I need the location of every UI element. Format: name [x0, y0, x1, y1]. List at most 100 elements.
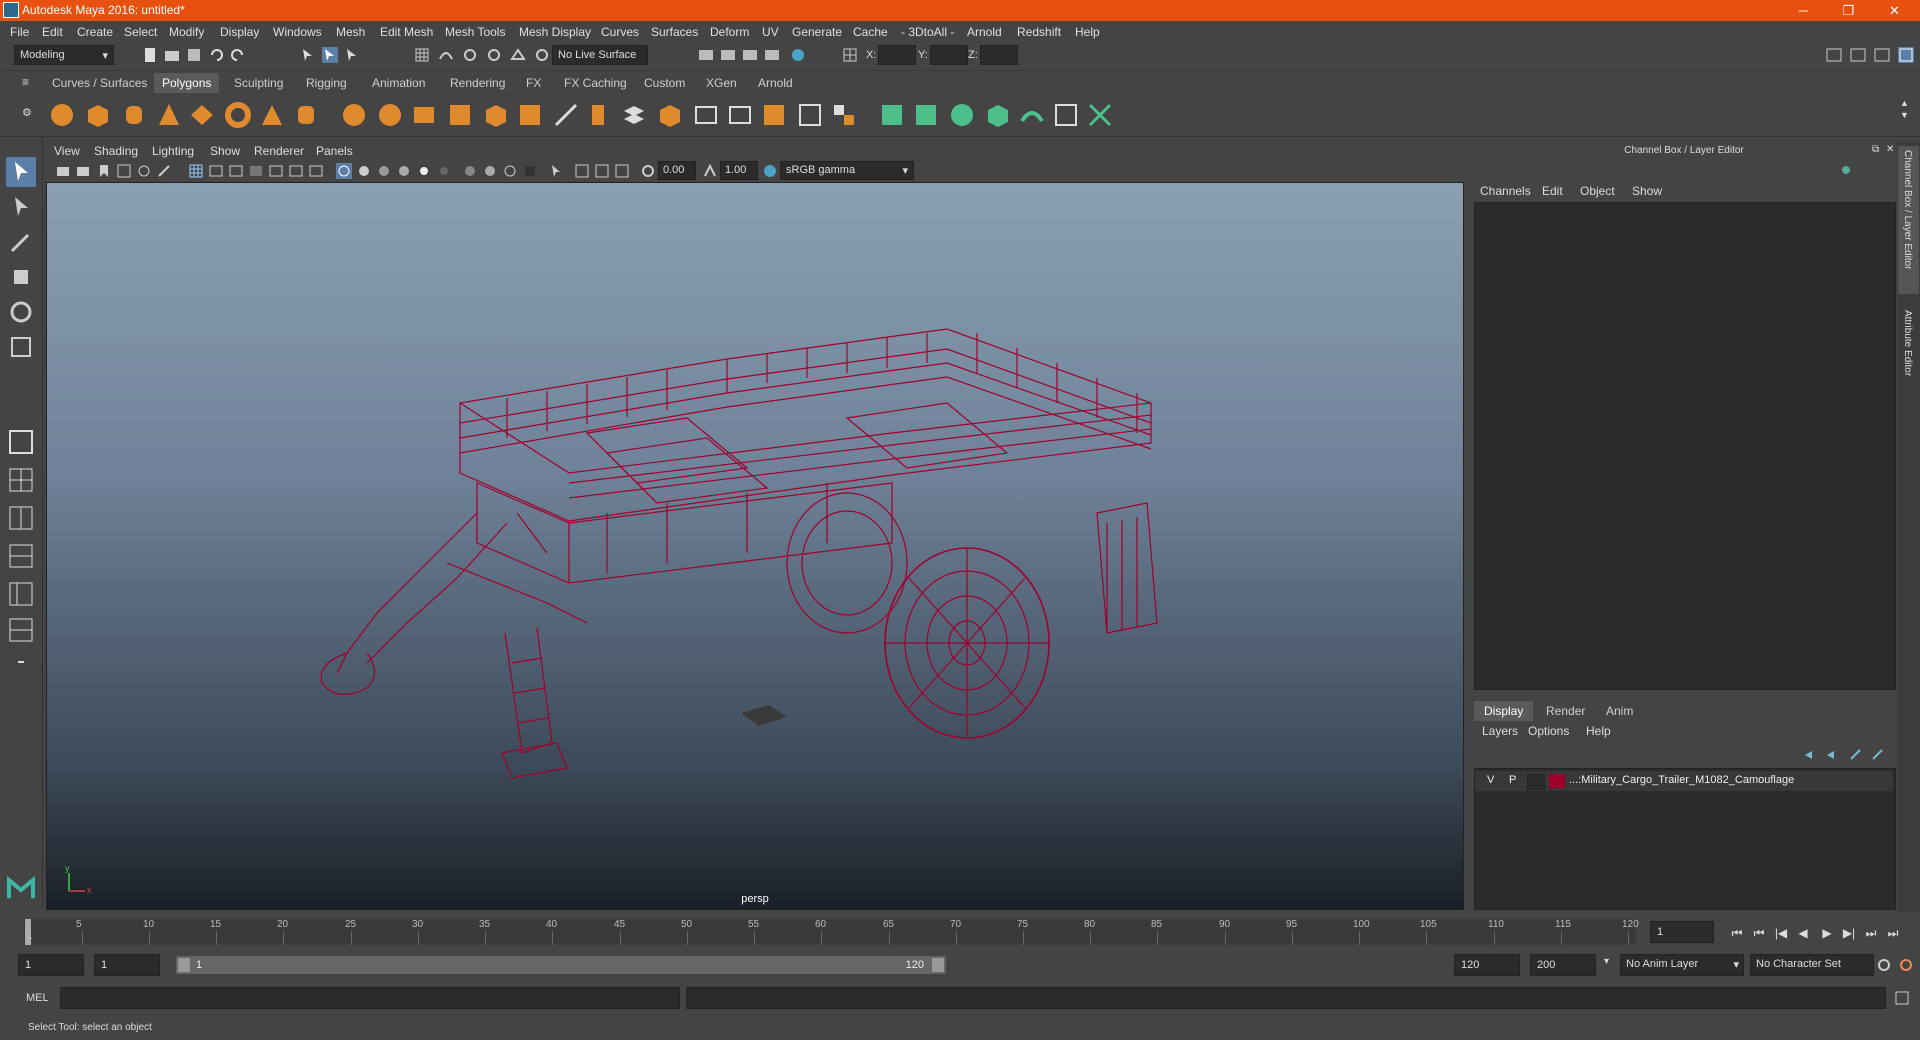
- menu-uv[interactable]: UV: [762, 25, 779, 39]
- scene-start-field[interactable]: 1: [18, 954, 84, 976]
- maximize-button[interactable]: ❐: [1826, 0, 1871, 21]
- mirror-icon[interactable]: [830, 101, 858, 129]
- go-to-start-icon[interactable]: ⏮: [1728, 923, 1746, 943]
- move-layer-down-icon[interactable]: [1824, 747, 1840, 763]
- cb-menu-show[interactable]: Show: [1632, 184, 1662, 198]
- tab-curves-surfaces[interactable]: Curves / Surfaces: [44, 73, 155, 93]
- x-field[interactable]: [878, 45, 916, 65]
- tab-rendering[interactable]: Rendering: [442, 73, 513, 93]
- exposure-field[interactable]: 0.00: [658, 161, 696, 180]
- render-ipr-icon[interactable]: [720, 47, 736, 63]
- grease-pencil-icon[interactable]: [156, 163, 172, 179]
- menu-redshift[interactable]: Redshift: [1017, 25, 1061, 39]
- layer-menu-layers[interactable]: Layers: [1482, 724, 1518, 738]
- uv-layout-icon[interactable]: [1086, 101, 1114, 129]
- poly-pyramid-icon[interactable]: [258, 101, 286, 129]
- save-scene-icon[interactable]: [186, 47, 202, 63]
- shelf-settings-icon[interactable]: ⚙: [22, 106, 32, 119]
- menu-cache[interactable]: Cache: [853, 25, 888, 39]
- isolate-select-icon[interactable]: [548, 163, 564, 179]
- new-layer-selected-icon[interactable]: [1870, 747, 1886, 763]
- play-forward-icon[interactable]: ▶: [1818, 923, 1836, 943]
- layout-persp-graph-icon[interactable]: [6, 615, 36, 645]
- gamma-icon[interactable]: [702, 163, 718, 179]
- render-settings-icon[interactable]: [742, 47, 758, 63]
- attribute-editor-tab-label[interactable]: Attribute Editor: [1902, 310, 1913, 376]
- anim-layer-dropdown[interactable]: No Anim Layer ▾: [1620, 954, 1744, 976]
- sidebar-toggle-icon[interactable]: [1826, 47, 1842, 63]
- tab-anim[interactable]: Anim: [1596, 701, 1643, 721]
- step-back-key-icon[interactable]: ⏮: [1750, 923, 1768, 943]
- wireframe-on-shaded-icon[interactable]: [376, 163, 392, 179]
- layout-graph-icon[interactable]: [6, 541, 36, 571]
- lasso-tool-icon[interactable]: [6, 192, 36, 222]
- menu-modify[interactable]: Modify: [169, 25, 204, 39]
- tab-custom[interactable]: Custom: [636, 73, 693, 93]
- menu-surfaces[interactable]: Surfaces: [651, 25, 698, 39]
- menu-file[interactable]: File: [10, 25, 29, 39]
- uv-unfold-icon[interactable]: [1018, 101, 1046, 129]
- safe-title-icon[interactable]: [308, 163, 324, 179]
- menu-curves[interactable]: Curves: [601, 25, 639, 39]
- camera-attributes-icon[interactable]: [76, 163, 92, 179]
- channel-box-options-icon[interactable]: [1838, 162, 1854, 178]
- grid-toggle-icon[interactable]: [188, 163, 204, 179]
- shadows-icon[interactable]: [436, 163, 452, 179]
- snap-curve-icon[interactable]: [438, 47, 454, 63]
- xray-icon[interactable]: [574, 163, 590, 179]
- fill-hole-icon[interactable]: [760, 101, 788, 129]
- bookmark-icon[interactable]: [96, 163, 112, 179]
- open-scene-icon[interactable]: [164, 47, 180, 63]
- tab-render[interactable]: Render: [1536, 701, 1595, 721]
- z-field[interactable]: [980, 45, 1018, 65]
- cmd-language-label[interactable]: MEL: [26, 992, 49, 1004]
- offset-edge-loop-icon[interactable]: [726, 101, 754, 129]
- layout-outliner-icon[interactable]: [6, 579, 36, 609]
- snap-point-icon[interactable]: [462, 47, 478, 63]
- poly-sphere-icon[interactable]: [48, 101, 76, 129]
- range-slider-bar[interactable]: 1 120: [176, 956, 946, 974]
- field-chart-icon[interactable]: [268, 163, 284, 179]
- layer-visibility-toggle[interactable]: V: [1487, 774, 1494, 786]
- snap-surface-icon[interactable]: [510, 47, 526, 63]
- bridge-icon[interactable]: [620, 101, 648, 129]
- smooth-icon[interactable]: [446, 101, 474, 129]
- minimize-button[interactable]: ─: [1781, 0, 1826, 21]
- uv-cylindrical-icon[interactable]: [912, 101, 940, 129]
- undo-icon[interactable]: [208, 47, 224, 63]
- extract-icon[interactable]: [410, 101, 438, 129]
- channel-box-toggle-icon[interactable]: [1850, 47, 1866, 63]
- separate-icon[interactable]: [376, 101, 404, 129]
- shelf-scroll-down-icon[interactable]: ▼: [1900, 110, 1909, 120]
- new-scene-icon[interactable]: [142, 47, 158, 63]
- float-panel-icon[interactable]: ⧉: [1872, 144, 1879, 155]
- select-hierarchy-icon[interactable]: [300, 47, 316, 63]
- menu-display[interactable]: Display: [220, 25, 259, 39]
- menu-mesh[interactable]: Mesh: [336, 25, 365, 39]
- rotate-tool-icon[interactable]: [6, 297, 36, 327]
- menu-mesh-display[interactable]: Mesh Display: [519, 25, 591, 39]
- menu-deform[interactable]: Deform: [710, 25, 749, 39]
- layer-menu-options[interactable]: Options: [1528, 724, 1569, 738]
- transform-mode-icon[interactable]: [842, 47, 858, 63]
- scene-end-field[interactable]: 200: [1530, 954, 1596, 976]
- bevel-icon[interactable]: [656, 101, 684, 129]
- vp-menu-view[interactable]: View: [54, 144, 80, 158]
- menu-mesh-tools[interactable]: Mesh Tools: [445, 25, 505, 39]
- tab-xgen[interactable]: XGen: [698, 73, 745, 93]
- resolution-gate-icon[interactable]: [228, 163, 244, 179]
- vp-menu-shading[interactable]: Shading: [94, 144, 138, 158]
- combine-icon[interactable]: [340, 101, 368, 129]
- live-surface-field[interactable]: No Live Surface: [552, 45, 648, 65]
- step-forward-key-icon[interactable]: ⏭: [1862, 923, 1880, 943]
- go-to-end-icon[interactable]: ⏭: [1884, 923, 1902, 943]
- tab-rigging[interactable]: Rigging: [298, 73, 355, 93]
- bool-icon[interactable]: [482, 101, 510, 129]
- layer-row[interactable]: V P ...:Military_Cargo_Trailer_M1082_Cam…: [1475, 771, 1893, 791]
- 3d-viewport[interactable]: y x persp: [46, 182, 1464, 910]
- wireframe-icon[interactable]: [336, 163, 352, 179]
- character-set-dropdown[interactable]: No Character Set: [1750, 954, 1874, 976]
- poly-cylinder-icon[interactable]: [120, 101, 148, 129]
- layout-side-icon[interactable]: [6, 503, 36, 533]
- menu-generate[interactable]: Generate: [792, 25, 842, 39]
